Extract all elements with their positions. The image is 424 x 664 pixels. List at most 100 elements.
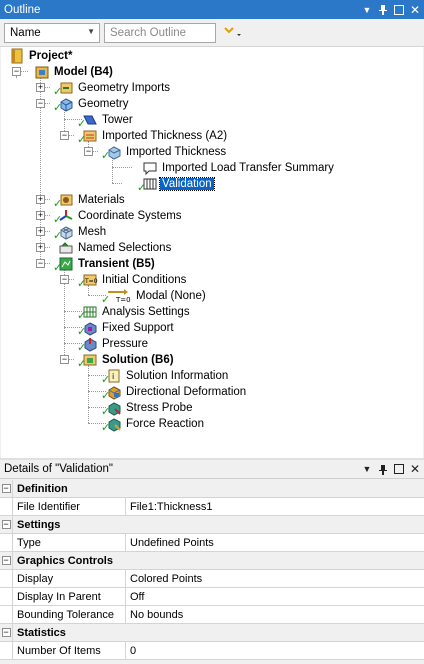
expand-toggle[interactable]: + xyxy=(36,195,45,204)
collapse-toggle[interactable]: − xyxy=(36,99,45,108)
property-value[interactable]: Colored Points xyxy=(126,570,424,587)
expand-options-icon[interactable] xyxy=(222,23,244,42)
property-name: Display xyxy=(13,570,126,587)
imported-thickness-group-icon: ✓ xyxy=(77,128,98,146)
tree-item-force-reaction[interactable]: ✓ Force Reaction xyxy=(101,416,206,434)
close-icon[interactable]: ✕ xyxy=(408,3,422,17)
collapse-toggle[interactable]: − xyxy=(36,259,45,268)
modal-initial-condition-icon: T=0 ✓ xyxy=(101,288,132,306)
property-value[interactable]: No bounds xyxy=(126,606,424,623)
details-title: Details of "Validation" xyxy=(4,463,113,475)
expand-toggle[interactable]: + xyxy=(36,243,45,252)
tree-label: Force Reaction xyxy=(126,418,204,430)
tree-item-solution[interactable]: ✓ Solution (B6) xyxy=(77,352,176,370)
collapse-toggle[interactable]: − xyxy=(1,484,11,493)
section-label: Statistics xyxy=(17,626,66,639)
pin-icon[interactable] xyxy=(376,3,390,17)
collapse-toggle[interactable]: − xyxy=(1,520,11,529)
tree-item-coordinate-systems[interactable]: ✓ Coordinate Systems xyxy=(53,208,184,226)
collapse-toggle[interactable]: − xyxy=(12,67,21,76)
tree-label: Initial Conditions xyxy=(102,274,187,286)
collapse-toggle[interactable]: − xyxy=(60,131,69,140)
tree-item-solution-information[interactable]: i ✓ Solution Information xyxy=(101,368,230,386)
tree-item-initial-conditions[interactable]: T=0 ✓ Initial Conditions xyxy=(77,272,188,290)
svg-text:T=0: T=0 xyxy=(115,296,131,304)
expand-toggle[interactable]: + xyxy=(36,83,45,92)
tree-item-validation[interactable]: ✓ Validation xyxy=(137,176,215,194)
section-settings[interactable]: − Settings xyxy=(0,516,424,534)
collapse-toggle[interactable]: − xyxy=(84,147,93,156)
tree-item-tower[interactable]: ✓ Tower xyxy=(77,112,135,130)
stress-probe-icon: ✓ xyxy=(101,400,122,418)
collapse-toggle[interactable]: − xyxy=(60,275,69,284)
expand-toggle[interactable]: + xyxy=(36,227,45,236)
tree-item-transient[interactable]: ✓ Transient (B5) xyxy=(53,256,157,274)
directional-deformation-icon: ✓ xyxy=(101,384,122,402)
tree-item-mesh[interactable]: ✓ Mesh xyxy=(53,224,108,242)
section-graphics-controls[interactable]: − Graphics Controls xyxy=(0,552,424,570)
tree-item-geometry[interactable]: ✓ Geometry xyxy=(53,96,131,114)
tree-item-imported-thickness[interactable]: ✓ Imported Thickness xyxy=(101,144,228,162)
section-definition[interactable]: − Definition xyxy=(0,480,424,498)
property-value[interactable]: Undefined Points xyxy=(126,534,424,551)
model-icon xyxy=(34,64,50,80)
tree-label: Imported Thickness xyxy=(126,146,227,158)
pin-icon[interactable] xyxy=(376,462,390,476)
expand-toggle[interactable]: + xyxy=(36,211,45,220)
row-display-in-parent[interactable]: Display In Parent Off xyxy=(0,588,424,606)
tree-label: Geometry Imports xyxy=(78,82,171,94)
comment-icon xyxy=(142,160,158,176)
outline-toolbar: Name ▼ Search Outline xyxy=(0,19,424,47)
tree-item-project[interactable]: Project* xyxy=(9,48,74,64)
row-bounding-tolerance[interactable]: Bounding Tolerance No bounds xyxy=(0,606,424,624)
tree-label: Modal (None) xyxy=(136,290,206,302)
panel-menu-icon[interactable]: ▼ xyxy=(360,462,374,476)
solution-information-icon: i ✓ xyxy=(101,368,122,386)
collapse-toggle[interactable]: − xyxy=(60,355,69,364)
section-label: Settings xyxy=(17,518,61,531)
row-number-of-items[interactable]: Number Of Items 0 xyxy=(0,642,424,660)
chevron-down-icon: ▼ xyxy=(87,26,95,36)
collapse-toggle[interactable]: − xyxy=(1,628,11,637)
tree-item-imported-load-transfer-summary[interactable]: Imported Load Transfer Summary xyxy=(142,160,336,176)
property-name: Type xyxy=(13,534,126,551)
tree-label: Solution (B6) xyxy=(102,354,174,366)
check-icon: ✓ xyxy=(137,182,147,194)
name-filter-dropdown[interactable]: Name ▼ xyxy=(4,22,100,43)
tree-label: Named Selections xyxy=(78,242,172,254)
row-type[interactable]: Type Undefined Points xyxy=(0,534,424,552)
property-name: Display In Parent xyxy=(13,588,126,605)
row-display[interactable]: Display Colored Points xyxy=(0,570,424,588)
tree-item-directional-deformation[interactable]: ✓ Directional Deformation xyxy=(101,384,248,402)
mesh-icon: ✓ xyxy=(53,224,74,242)
tree-item-stress-probe[interactable]: ✓ Stress Probe xyxy=(101,400,194,418)
tree-label: Fixed Support xyxy=(102,322,174,334)
maximize-icon[interactable] xyxy=(392,3,406,17)
tree-item-geometry-imports[interactable]: ✓ Geometry Imports xyxy=(53,80,172,98)
row-file-identifier[interactable]: File Identifier File1:Thickness1 xyxy=(0,498,424,516)
search-input[interactable]: Search Outline xyxy=(104,22,216,43)
tree-item-named-selections[interactable]: Named Selections xyxy=(58,240,173,256)
property-value: 0 xyxy=(130,644,137,657)
collapse-toggle[interactable]: − xyxy=(1,556,11,565)
tree-item-materials[interactable]: ✓ Materials xyxy=(53,192,127,210)
tree-item-imported-thickness-a2[interactable]: ✓ Imported Thickness (A2) xyxy=(77,128,229,146)
check-icon: ✓ xyxy=(77,358,87,370)
check-icon: ✓ xyxy=(77,134,87,146)
panel-menu-icon[interactable]: ▼ xyxy=(360,3,374,17)
section-statistics[interactable]: − Statistics xyxy=(0,624,424,642)
property-value[interactable]: Off xyxy=(126,588,424,605)
tree-item-fixed-support[interactable]: ✓ Fixed Support xyxy=(77,320,176,338)
tree-item-analysis-settings[interactable]: ✓ Analysis Settings xyxy=(77,304,192,322)
tree-label: Coordinate Systems xyxy=(78,210,182,222)
tree-item-model[interactable]: Model (B4) xyxy=(34,64,115,80)
geometry-icon: ✓ xyxy=(53,96,74,114)
close-icon[interactable]: ✕ xyxy=(408,462,422,476)
tree-item-pressure[interactable]: ✓ Pressure xyxy=(77,336,150,354)
force-reaction-icon: ✓ xyxy=(101,416,122,434)
pressure-icon: ✓ xyxy=(77,336,98,354)
tree-item-modal-none[interactable]: T=0 ✓ Modal (None) xyxy=(101,288,208,306)
property-name: Bounding Tolerance xyxy=(13,606,126,623)
maximize-icon[interactable] xyxy=(392,462,406,476)
tree-label: Solution Information xyxy=(126,370,229,382)
